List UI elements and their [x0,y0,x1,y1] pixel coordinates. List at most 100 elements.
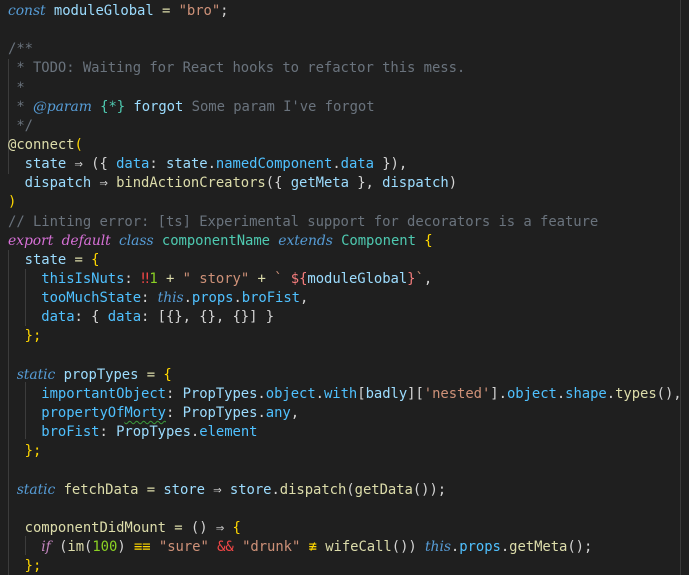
code-token: const [8,3,46,19]
code-token: (), [656,385,682,402]
code-token: . [257,404,266,421]
code-token: : [{}, {}, {}] } [141,309,275,326]
code-token: ≡≡ [133,538,151,555]
code-token: propTypes [63,366,147,383]
code-editor[interactable]: const moduleGlobal = "bro"; /** * TODO: … [0,0,689,575]
code-token: 'nested' [423,385,491,402]
code-token: ` [415,270,424,287]
code-token: namedComponent [215,156,333,173]
code-token: ; [220,3,229,19]
code-token: () [182,519,216,536]
code-token: , [300,290,309,307]
code-line[interactable]: */ [8,117,682,136]
code-token: . [606,385,616,402]
code-token: ][ [407,385,424,402]
code-token: broFist [241,290,300,307]
code-token: , [290,404,300,421]
code-token: @param [32,98,92,115]
code-token: ${ [290,270,308,287]
code-token: : [165,385,183,402]
code-line[interactable] [8,21,682,40]
code-line[interactable]: }; [8,442,682,461]
code-token: . [257,385,266,402]
code-content[interactable]: const moduleGlobal = "bro"; /** * TODO: … [8,2,682,575]
code-token: if [41,538,51,555]
code-token: extends [278,232,333,249]
code-line[interactable]: data: { data: [{}, {}, {}] } [8,308,682,327]
code-token: . [183,290,192,307]
code-line[interactable]: tooMuchState: this.props.broFist, [8,289,682,308]
code-token: ⇒ [213,481,222,498]
code-line[interactable]: static propTypes = { [8,366,682,385]
code-line[interactable]: const moduleGlobal = "bro"; [8,2,682,21]
code-token: (); [567,538,593,555]
code-token: : [149,156,167,173]
code-token: && [217,538,234,555]
code-token: Some param I've forgot [183,98,375,115]
code-line[interactable]: * @param {*} forgot Some param I've forg… [8,98,682,117]
code-token: data [8,309,75,326]
code-line[interactable]: state ⇒ ({ data: state.namedComponent.da… [8,155,682,174]
code-line[interactable]: componentDidMount = () ⇒ { [8,519,682,538]
code-token: /** [8,41,33,58]
code-line[interactable] [8,461,682,480]
code-token: data [116,156,150,173]
code-line[interactable]: /** [8,40,682,59]
code-token: dispatch [279,481,347,498]
code-token: . [207,156,216,173]
code-line[interactable] [8,500,682,519]
code-token: { [415,232,433,249]
code-line[interactable]: // Linting error: [ts] Experimental supp… [8,213,682,232]
code-line[interactable]: }; [8,327,682,346]
code-token: }; [8,558,42,575]
code-token: 1 [149,270,158,287]
code-token: "bro" [170,3,221,19]
code-token: . [190,424,200,441]
code-line[interactable]: state = { [8,251,682,270]
code-line[interactable]: broFist: PropTypes.element [8,423,682,442]
code-token: : [165,404,183,421]
code-line[interactable]: * TODO: Waiting for React hooks to refac… [8,59,682,78]
code-token: * [8,79,25,96]
code-line[interactable]: dispatch ⇒ bindActionCreators({ getMeta … [8,174,682,193]
code-token: + [157,270,175,287]
code-line[interactable]: @connect( [8,136,682,155]
code-token: default [61,232,111,249]
code-line[interactable]: static fetchData = store ⇒ store.dispatc… [8,481,682,500]
code-line[interactable]: thisIsNuts: ‼1 + " story" + ` ${moduleGl… [8,270,682,289]
code-token: */ [8,117,33,134]
code-token: { [82,251,100,268]
code-line[interactable]: }; [8,557,682,575]
code-token: store [155,481,214,498]
code-token: . [450,538,460,555]
code-token: : [124,270,142,287]
code-line[interactable]: if (im(100) ≡≡ "sure" && "drunk" ≢ wifeC… [8,538,682,557]
code-line[interactable]: ) [8,193,682,212]
code-token: = [146,366,156,383]
code-token: ({ [82,156,117,173]
code-token: . [556,385,566,402]
code-line[interactable] [8,347,682,366]
code-token: . [233,290,242,307]
code-token: ) [117,538,134,555]
code-token: ⇒ [99,175,108,192]
code-token: data [107,309,142,326]
code-line[interactable]: * [8,79,682,98]
code-token: . [315,385,324,402]
code-token: object [506,385,557,402]
code-token: // Linting error: [ts] Experimental supp… [8,213,599,230]
code-token: 100 [92,538,118,555]
code-token: "sure" [150,538,218,555]
code-token: fetchData [63,481,147,498]
code-token: * TODO: Waiting for React hooks to refac… [8,60,466,77]
code-line[interactable]: importantObject: PropTypes.object.with[b… [8,385,682,404]
code-token: { [155,366,172,383]
code-token: propertyOf [8,404,125,421]
code-token: state [8,251,75,268]
code-line[interactable]: propertyOfMorty: PropTypes.any, [8,404,682,423]
code-line[interactable]: export default class componentName exten… [8,232,682,251]
code-token: ⇒ [74,156,83,173]
